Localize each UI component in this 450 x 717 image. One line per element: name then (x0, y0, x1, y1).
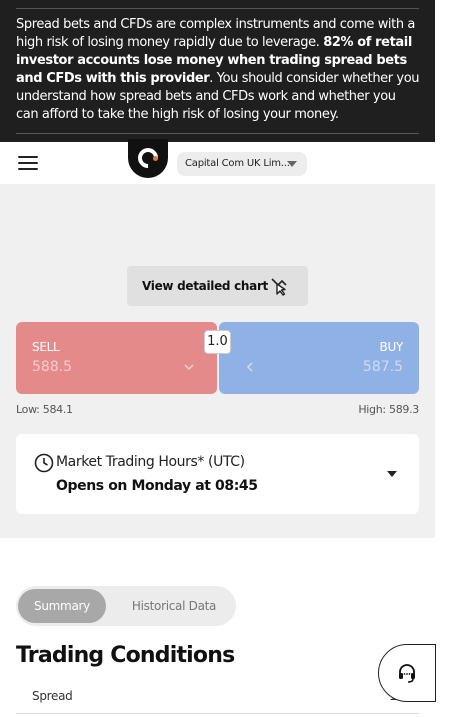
divider (16, 8, 419, 9)
clock-icon (34, 453, 54, 473)
chevron-down-icon (387, 471, 397, 477)
risk-warning-text: Spread bets and CFDs are complex instrum… (16, 16, 421, 124)
buy-button[interactable]: BUY 587.5 (219, 322, 419, 394)
menu-icon[interactable] (18, 156, 38, 170)
chevron-left-icon (246, 362, 253, 372)
trading-conditions-title: Trading Conditions (16, 643, 235, 668)
buy-label: BUY (379, 340, 404, 354)
sell-price: 588.5 (32, 359, 73, 375)
support-chat-button[interactable] (378, 644, 436, 702)
spread-badge: 1.0 (204, 330, 231, 354)
spread-row-label: Spread (32, 689, 73, 703)
divider (16, 133, 419, 134)
divider (16, 713, 419, 714)
market-hours-status: Opens on Monday at 08:45 (56, 478, 258, 494)
market-hours-dropdown[interactable]: Market Trading Hours* (UTC) Opens on Mon… (16, 434, 419, 514)
view-detailed-chart-button[interactable]: View detailed chart (127, 266, 308, 306)
chart-cursor-icon (271, 278, 287, 296)
headset-icon (399, 664, 415, 683)
low-price: Low: 584.1 (16, 403, 73, 416)
risk-warning-banner: Spread bets and CFDs are complex instrum… (0, 0, 435, 142)
sell-label: SELL (32, 340, 60, 354)
capital-com-logo[interactable] (128, 139, 168, 178)
info-tabs: Summary Historical Data (16, 586, 236, 626)
view-detailed-chart-label: View detailed chart (142, 279, 268, 293)
high-price: High: 589.3 (358, 403, 419, 416)
chevron-down-icon (287, 161, 297, 167)
sell-button[interactable]: SELL 588.5 (16, 322, 217, 394)
tab-historical-data[interactable]: Historical Data (120, 589, 228, 623)
market-hours-title: Market Trading Hours* (UTC) (56, 454, 245, 470)
buy-price: 587.5 (362, 359, 403, 375)
chevron-down-icon (184, 364, 194, 371)
tab-summary[interactable]: Summary (18, 589, 106, 623)
